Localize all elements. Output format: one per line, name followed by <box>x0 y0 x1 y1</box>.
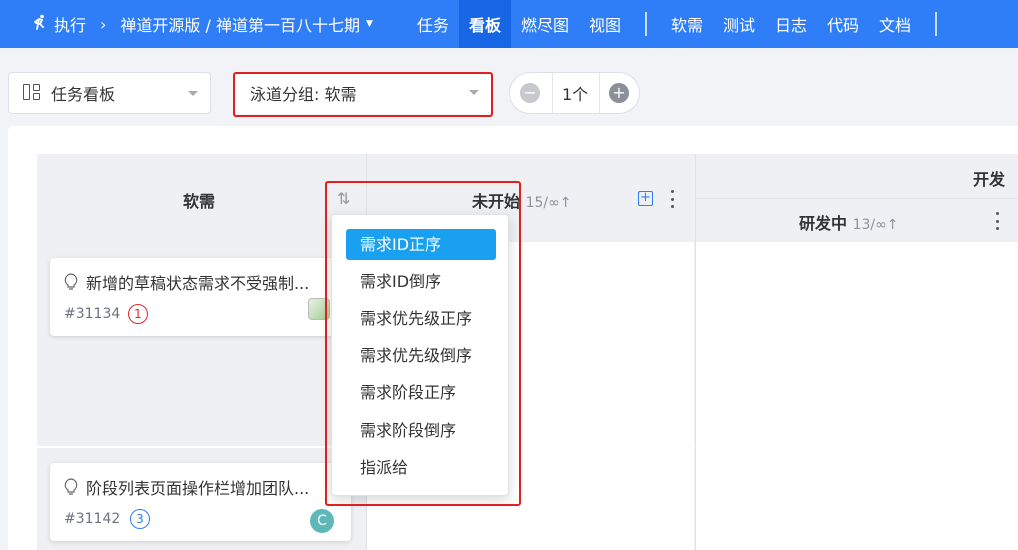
card-title-text: 阶段列表页面操作栏增加团队... <box>86 479 310 498</box>
wip-limit: 15/∞ <box>525 195 560 211</box>
column-title: 研发中 <box>799 214 848 233</box>
chevron-right-icon: › <box>100 14 107 34</box>
card-title-text: 新增的草稿状态需求不受强制... <box>86 274 310 293</box>
tab-label: 代码 <box>827 16 860 35</box>
tab-label: 视图 <box>588 16 621 35</box>
avatar: C <box>310 509 334 533</box>
card-title: 阶段列表页面操作栏增加团队... <box>64 475 309 499</box>
kanban-icon <box>23 84 41 102</box>
more-icon[interactable] <box>670 190 674 208</box>
lane-cell <box>696 242 1018 446</box>
tab-label: 文档 <box>879 16 912 35</box>
highlight-box <box>325 181 521 506</box>
arrow-up-icon: ↑ <box>886 217 899 233</box>
tab-view[interactable]: 视图 <box>579 0 631 48</box>
wip-limit: 13/∞ <box>852 217 887 233</box>
top-navbar: 执行 › 禅道开源版 / 禅道第一百八十七期 ▼ 任务 看板 燃尽图 视图 软需… <box>0 0 1018 48</box>
column-title: 开发 <box>973 170 1006 189</box>
tab-log[interactable]: 日志 <box>765 0 817 48</box>
story-card[interactable]: 阶段列表页面操作栏增加团队... #31142 3 C <box>50 463 351 541</box>
story-card[interactable]: 新增的草稿状态需求不受强制... #31134 1 <box>50 258 352 336</box>
priority-badge: 3 <box>130 509 150 529</box>
lane-header-title: 软需 <box>183 192 216 211</box>
tab-label: 燃尽图 <box>520 16 569 35</box>
more-icon[interactable] <box>995 212 999 230</box>
highlight-box <box>233 72 493 117</box>
tab-label: 日志 <box>775 16 808 35</box>
card-id: #31142 <box>64 511 121 527</box>
lightbulb-icon <box>64 273 78 290</box>
count-value[interactable]: 1个 <box>552 73 600 113</box>
priority-badge: 1 <box>128 304 148 324</box>
arrow-up-icon: ↑ <box>559 195 572 211</box>
column-divider <box>695 154 696 550</box>
lane-cell <box>696 448 1018 550</box>
tab-docs[interactable]: 文档 <box>869 0 921 48</box>
board-type-value: 任务看板 <box>51 85 116 104</box>
execution-selector[interactable]: 禅道开源版 / 禅道第一百八十七期 ▼ <box>120 12 373 36</box>
count-stepper: − 1个 + <box>509 72 640 114</box>
board-type-select[interactable]: 任务看板 <box>8 72 211 114</box>
caret-down-icon <box>188 91 198 96</box>
board-toolbar: 任务看板 泳道分组: 软需 − 1个 + <box>0 72 1018 116</box>
running-icon <box>32 14 48 34</box>
nav-divider <box>644 12 647 36</box>
execution-label: 执行 <box>54 16 87 35</box>
lightbulb-icon <box>64 478 78 495</box>
tab-burndown[interactable]: 燃尽图 <box>511 0 579 48</box>
column-dev-header: 开发 <box>973 166 1005 190</box>
main-tabs: 任务 看板 燃尽图 视图 软需 测试 日志 代码 文档 <box>407 0 951 48</box>
tab-label: 看板 <box>468 16 501 35</box>
tab-code[interactable]: 代码 <box>817 0 869 48</box>
tab-kanban[interactable]: 看板 <box>458 0 511 48</box>
card-id: #31134 <box>64 306 121 322</box>
tab-label: 任务 <box>416 16 449 35</box>
tab-label: 软需 <box>670 16 703 35</box>
card-title: 新增的草稿状态需求不受强制... <box>64 270 309 294</box>
caret-down-icon: ▼ <box>366 19 373 29</box>
plus-button[interactable]: + <box>609 83 629 103</box>
nav-divider <box>935 12 938 36</box>
add-column-icon[interactable]: + <box>638 191 653 206</box>
execution-link[interactable]: 执行 <box>32 12 86 36</box>
tab-testing[interactable]: 测试 <box>713 0 765 48</box>
tab-label: 测试 <box>723 16 756 35</box>
tab-stories[interactable]: 软需 <box>661 0 713 48</box>
header-divider <box>695 198 1018 199</box>
minus-button[interactable]: − <box>520 83 540 103</box>
breadcrumb-text: 禅道开源版 / 禅道第一百八十七期 <box>120 16 360 35</box>
tab-tasks[interactable]: 任务 <box>407 0 459 48</box>
column-dev-sub-header: 研发中 13/∞↑ <box>799 210 899 234</box>
